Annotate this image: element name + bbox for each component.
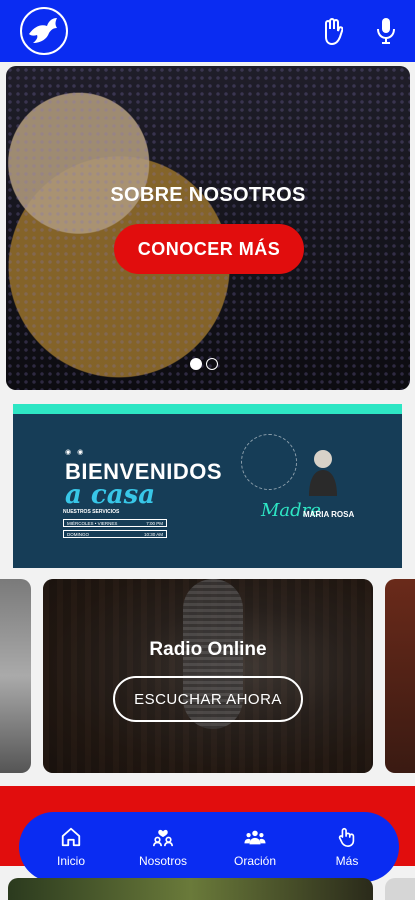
partner-logo-icon: ◉ <box>65 449 72 456</box>
carousel-dot-active[interactable] <box>190 358 202 370</box>
dove-logo-icon[interactable] <box>20 7 68 55</box>
escuchar-ahora-button[interactable]: ESCUCHAR AHORA <box>113 676 303 722</box>
partner-logo-icon: ◉ <box>77 449 84 456</box>
nav-label: Inicio <box>56 854 85 868</box>
schedule-row: MIÉRCOLES • VIERNES 7:00 PM <box>63 519 167 527</box>
carousel-indicator <box>190 358 218 370</box>
welcome-banner[interactable]: ◉ ◉ BIENVENIDOS a casa NUESTROS SERVICIO… <box>13 404 402 568</box>
next-section-card[interactable] <box>8 878 373 900</box>
schedule-row: DOMINGO 10:30 AM <box>63 530 167 538</box>
schedule-time: 10:30 AM <box>143 531 163 537</box>
raised-hand-icon[interactable] <box>318 16 346 46</box>
nav-label: Nosotros <box>138 854 188 868</box>
hand-gesture-icon <box>338 827 355 847</box>
nav-item-mas[interactable]: Más <box>307 826 387 868</box>
radio-card[interactable]: Radio Online ESCUCHAR AHORA <box>43 579 373 773</box>
nav-label: Más <box>335 854 359 868</box>
banner-subtitle: a casa <box>65 480 156 510</box>
nav-item-nosotros[interactable]: Nosotros <box>123 826 203 868</box>
schedule-day: DOMINGO <box>67 531 89 537</box>
schedule-day: MIÉRCOLES • VIERNES <box>67 520 118 526</box>
group-icon <box>244 830 266 845</box>
carousel-card-prev[interactable] <box>0 579 31 773</box>
schedule-heading: NUESTROS SERVICIOS <box>63 509 120 515</box>
microphone-icon[interactable] <box>372 16 400 46</box>
banner-accent-stripe <box>13 404 402 414</box>
home-icon <box>61 827 81 847</box>
nav-item-oracion[interactable]: Oración <box>215 826 295 868</box>
partner-logos: ◉ ◉ <box>65 448 83 456</box>
people-heart-icon <box>153 829 173 847</box>
top-app-bar <box>0 0 415 62</box>
nav-item-inicio[interactable]: Inicio <box>31 826 111 868</box>
schedule-time: 7:00 PM <box>146 520 163 526</box>
hero-slide[interactable]: SOBRE NOSOTROS CONOCER MÁS <box>6 66 410 390</box>
pastor-name: MARIA ROSA <box>303 510 355 519</box>
carousel-card-next[interactable] <box>385 579 415 773</box>
pastor-photo <box>309 450 337 496</box>
next-section-card-side[interactable] <box>385 878 415 900</box>
radio-title: Radio Online <box>149 639 267 660</box>
hero-title: SOBRE NOSOTROS <box>110 184 306 206</box>
circular-emblem <box>241 434 297 490</box>
nav-label: Oración <box>233 854 277 868</box>
carousel-dot[interactable] <box>206 358 218 370</box>
bottom-navigation: Inicio Nosotros Oración Más <box>19 812 399 882</box>
conocer-mas-button[interactable]: CONOCER MÁS <box>114 224 304 274</box>
